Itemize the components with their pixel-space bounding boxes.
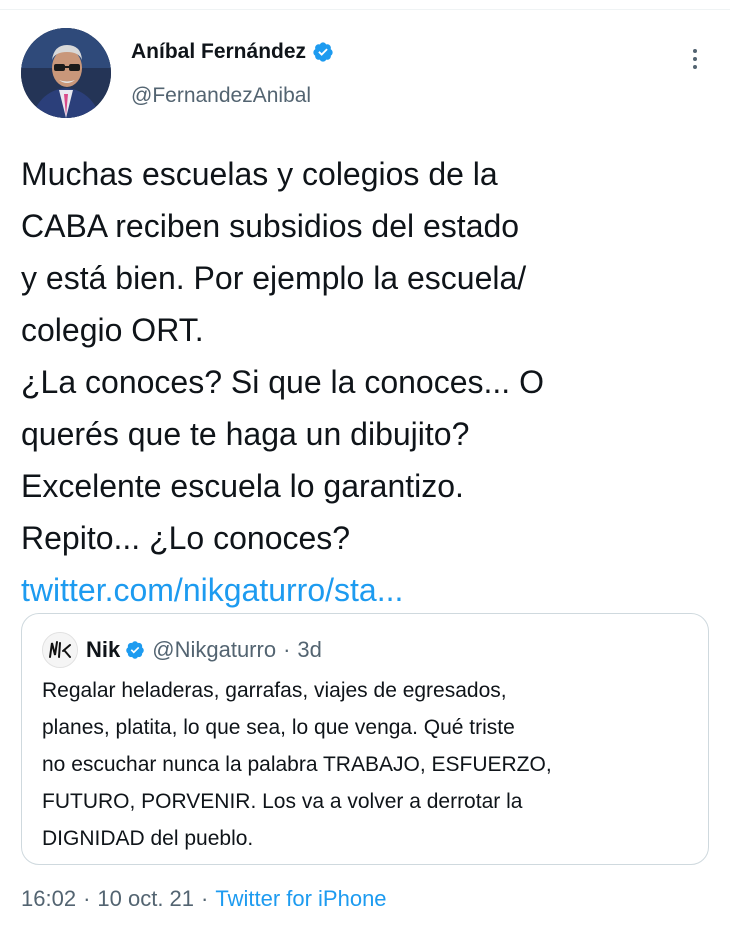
tweet-metadata: 16:02 · 10 oct. 21 · Twitter for iPhone [21, 886, 387, 912]
quoted-author-name[interactable]: Nik [86, 637, 120, 663]
tweet-date[interactable]: 10 oct. 21 [97, 886, 194, 912]
author-handle[interactable]: @FernandezAnibal [131, 84, 311, 108]
quoted-separator: · [283, 637, 291, 662]
quoted-line: Regalar heladeras, garrafas, viajes de e… [42, 679, 507, 702]
tweet-time[interactable]: 16:02 [21, 886, 76, 912]
tweet-source-link[interactable]: Twitter for iPhone [215, 886, 386, 912]
quoted-author-avatar[interactable] [42, 632, 78, 668]
quoted-line: no escuchar nunca la palabra TRABAJO, ES… [42, 753, 552, 776]
author-name-row[interactable]: Aníbal Fernández [131, 40, 334, 64]
author-avatar[interactable] [21, 28, 111, 118]
quoted-avatar-logo [43, 633, 77, 667]
verified-badge-icon [126, 641, 144, 659]
tweet-line: Muchas escuelas y colegios de la [21, 156, 498, 192]
verified-badge-icon [313, 42, 333, 62]
tweet-line: CABA reciben subsidios del estado [21, 208, 520, 244]
author-photo [21, 28, 111, 118]
quoted-tweet-body: Regalar heladeras, garrafas, viajes de e… [42, 672, 692, 857]
quoted-line: FUTURO, PORVENIR. Los va a volver a derr… [42, 790, 523, 813]
quoted-time[interactable]: 3d [297, 637, 321, 663]
quoted-line: planes, platita, lo que sea, lo que veng… [42, 716, 515, 739]
quoted-line: DIGNIDAD del pueblo. [42, 827, 254, 850]
meta-separator: · [201, 886, 209, 911]
tweet-line: querés que te haga un dibujito? [21, 416, 470, 452]
tweet-line: colegio ORT. [21, 312, 204, 348]
top-divider [0, 9, 730, 10]
more-options-icon[interactable] [680, 44, 710, 74]
tweet-body: Muchas escuelas y colegios de la CABA re… [21, 148, 701, 616]
quoted-author-handle[interactable]: @Nikgaturro [152, 637, 276, 663]
tweet-line: ¿La conoces? Si que la conoces... O [21, 364, 544, 400]
tweet-line: Repito... ¿Lo conoces? [21, 520, 351, 556]
quoted-tweet[interactable]: Nik @Nikgaturro · 3d Regalar heladeras, … [21, 613, 709, 865]
author-name[interactable]: Aníbal Fernández [131, 40, 306, 64]
tweet-link[interactable]: twitter.com/nikgaturro/sta... [21, 564, 701, 616]
tweet-line: y está bien. Por ejemplo la escuela/ [21, 260, 527, 296]
quoted-tweet-header: Nik @Nikgaturro · 3d [42, 632, 322, 668]
meta-separator: · [83, 886, 91, 911]
tweet-line: Excelente escuela lo garantizo. [21, 468, 464, 504]
